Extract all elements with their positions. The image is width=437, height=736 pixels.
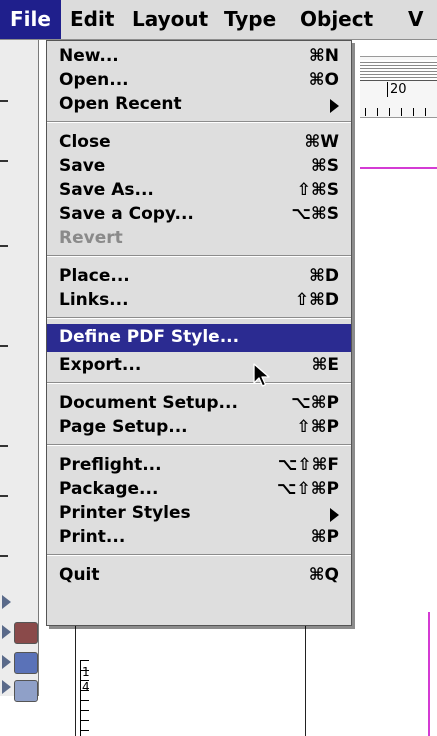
menu-item-document-setup[interactable]: Document Setup... ⌥⌘P (47, 392, 351, 416)
toolbox-divider (0, 160, 8, 162)
menu-item-label: Close (59, 132, 111, 152)
menu-item-label: Export... (59, 355, 142, 375)
menu-item-shortcut: ⌥⇧⌘F (277, 455, 339, 475)
menu-item-label: Preflight... (59, 455, 162, 475)
menu-item-close[interactable]: Close ⌘W (47, 131, 351, 155)
ruler-label: 20 (387, 82, 409, 97)
page-edge-line (305, 612, 306, 736)
menu-item-save-as[interactable]: Save As... ⇧⌘S (47, 179, 351, 203)
menu-item-label: Save As... (59, 180, 154, 200)
window-title-stripes (360, 60, 437, 81)
menu-type[interactable]: Type (214, 0, 286, 39)
menu-item-links[interactable]: Links... ⇧⌘D (47, 289, 351, 313)
menu-item-page-setup[interactable]: Page Setup... ⇧⌘P (47, 416, 351, 440)
toolbox-palette (0, 40, 39, 696)
vertical-ruler-label: 4 (82, 680, 90, 694)
menu-item-label: Open Recent (59, 94, 182, 114)
mouse-pointer-icon (253, 363, 270, 387)
menu-separator (47, 255, 351, 257)
menu-item-export[interactable]: Export... ⌘E (47, 354, 351, 378)
menu-view[interactable]: V (398, 0, 433, 39)
page-icon[interactable] (14, 622, 38, 644)
expand-triangle-icon[interactable] (2, 680, 11, 694)
toolbox-divider (0, 100, 8, 102)
menu-separator (47, 121, 351, 123)
menu-item-label: Save (59, 156, 106, 176)
menu-item-print[interactable]: Print... ⌘P (47, 526, 351, 550)
menu-item-shortcut: ⌘W (304, 132, 339, 152)
menu-item-shortcut: ⇧⌘D (294, 290, 339, 310)
menu-item-shortcut: ⌥⌘S (291, 204, 339, 224)
expand-triangle-icon[interactable] (2, 595, 11, 609)
menu-separator (47, 444, 351, 446)
menu-item-define-pdf-style[interactable]: Define PDF Style... (47, 324, 351, 352)
toolbox-divider (0, 345, 8, 347)
menu-item-save[interactable]: Save ⌘S (47, 155, 351, 179)
menu-item-open-recent[interactable]: Open Recent (47, 93, 351, 117)
toolbox-divider (0, 555, 8, 557)
menu-item-label: Open... (59, 70, 129, 90)
menu-item-new[interactable]: New... ⌘N (47, 45, 351, 69)
menu-layout[interactable]: Layout (122, 0, 218, 39)
menu-item-label: Save a Copy... (59, 204, 194, 224)
menu-item-printer-styles[interactable]: Printer Styles (47, 502, 351, 526)
margin-guide-line (428, 612, 430, 736)
menu-item-label: Define PDF Style... (59, 327, 240, 347)
menu-separator (47, 317, 351, 319)
menu-item-label: Print... (59, 527, 126, 547)
menu-object[interactable]: Object (290, 0, 383, 39)
menu-item-revert: Revert (47, 227, 351, 251)
menu-item-label: Links... (59, 290, 129, 310)
menu-item-label: Quit (59, 565, 100, 585)
file-menu: New... ⌘N Open... ⌘O Open Recent Close ⌘… (46, 40, 352, 626)
submenu-arrow-icon (330, 508, 339, 522)
expand-triangle-icon[interactable] (2, 625, 11, 639)
menu-item-label: Package... (59, 479, 159, 499)
toolbox-divider (0, 445, 8, 447)
page-margin-guide (360, 167, 437, 169)
menu-item-shortcut: ⌘P (310, 527, 339, 547)
menu-item-shortcut: ⌥⇧⌘P (276, 479, 339, 499)
menu-item-shortcut: ⌘N (309, 46, 339, 66)
menu-item-place[interactable]: Place... ⌘D (47, 265, 351, 289)
toolbox-divider (0, 495, 8, 497)
folder-icon[interactable] (14, 652, 38, 674)
menu-item-shortcut: ⌘D (309, 266, 339, 286)
menu-item-shortcut: ⇧⌘S (296, 180, 339, 200)
menu-item-open[interactable]: Open... ⌘O (47, 69, 351, 93)
menu-file[interactable]: File (0, 0, 61, 39)
menu-item-save-a-copy[interactable]: Save a Copy... ⌥⌘S (47, 203, 351, 227)
ruler-ticks (365, 108, 437, 116)
menu-item-shortcut: ⌘E (311, 355, 339, 375)
menu-item-label: Revert (59, 228, 123, 248)
toolbox-divider (0, 245, 8, 247)
menu-item-preflight[interactable]: Preflight... ⌥⇧⌘F (47, 454, 351, 478)
page-edge-line (75, 612, 76, 736)
menu-item-shortcut: ⌘O (308, 70, 339, 90)
menu-item-shortcut: ⌥⌘P (291, 393, 339, 413)
menu-bar: File Edit Layout Type Object V (0, 0, 437, 40)
menu-item-shortcut: ⌘S (310, 156, 339, 176)
expand-triangle-icon[interactable] (2, 655, 11, 669)
menu-item-shortcut: ⌘Q (308, 565, 339, 585)
menu-separator (47, 382, 351, 384)
vertical-ruler-label: 1 (82, 665, 90, 679)
folder-icon[interactable] (14, 680, 38, 702)
menu-item-package[interactable]: Package... ⌥⇧⌘P (47, 478, 351, 502)
menu-item-label: Document Setup... (59, 393, 238, 413)
menu-item-shortcut: ⇧⌘P (296, 417, 339, 437)
menu-item-label: Place... (59, 266, 130, 286)
menu-item-label: Page Setup... (59, 417, 188, 437)
menu-item-label: Printer Styles (59, 503, 191, 523)
menu-item-quit[interactable]: Quit ⌘Q (47, 564, 351, 588)
menu-item-label: New... (59, 46, 119, 66)
menu-separator (47, 554, 351, 556)
menu-edit[interactable]: Edit (60, 0, 124, 39)
submenu-arrow-icon (330, 99, 339, 113)
